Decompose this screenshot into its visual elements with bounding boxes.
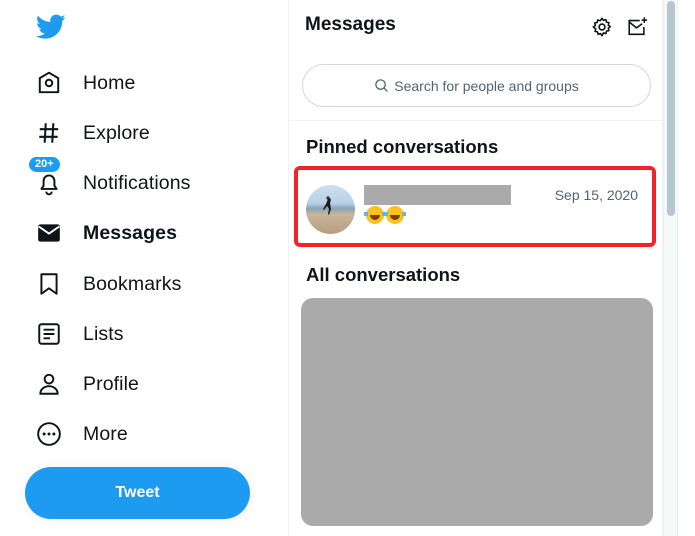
sidebar-item-label: Lists [83,322,124,345]
sidebar-item-more[interactable]: More [36,414,128,454]
sidebar-item-label: More [83,422,128,445]
sidebar-item-label: Home [83,71,136,94]
home-icon [36,70,62,96]
sidebar-item-explore[interactable]: Explore [36,113,150,153]
conversation-date: Sep 15, 2020 [554,187,638,203]
messages-panel: Messages Search for people and groups Pi… [288,0,663,536]
envelope-icon [36,220,62,246]
divider [289,120,662,121]
hashtag-icon [36,120,62,146]
sidebar-item-bookmarks[interactable]: Bookmarks [36,264,181,304]
right-background [678,0,695,536]
sidebar-item-label: Notifications [83,171,191,194]
sidebar-item-label: Messages [83,221,178,244]
sidebar-item-label: Explore [83,121,150,144]
sidebar-item-home[interactable]: Home [36,63,135,103]
bookmark-icon [36,271,62,297]
more-circle-icon [36,421,62,447]
twitter-bird-icon[interactable] [35,14,66,40]
sidebar-item-messages[interactable]: Messages [36,213,177,253]
list-icon [36,321,62,347]
pinned-conversations-heading: Pinned conversations [306,136,499,157]
tears-of-joy-emoji-icon [364,206,386,224]
search-placeholder: Search for people and groups [394,77,579,94]
sidebar-item-label: Profile [83,372,139,395]
conversation-name-redacted [364,185,511,205]
tears-of-joy-emoji-icon [384,206,406,224]
search-input[interactable]: Search for people and groups [302,64,651,107]
gear-icon[interactable] [591,16,613,38]
sidebar-item-profile[interactable]: Profile [36,364,139,404]
scrollbar-thumb[interactable] [667,1,675,216]
conversation-preview [364,206,406,229]
scrollbar[interactable] [663,0,678,536]
sidebar-item-notifications[interactable]: 20+ Notifications [28,156,191,203]
notification-badge: 20+ [28,156,61,173]
search-icon [375,79,389,92]
avatar [306,185,355,234]
page-title: Messages [305,14,396,35]
person-icon [36,371,62,397]
new-message-icon[interactable] [626,16,648,38]
sidebar-item-label: Bookmarks [83,272,182,295]
conversation-list-redacted [301,298,653,526]
sidebar: Home Explore 20+ Notifications Messages … [0,0,288,536]
all-conversations-heading: All conversations [306,264,461,285]
sidebar-item-lists[interactable]: Lists [36,314,124,354]
tweet-button[interactable]: Tweet [25,467,250,519]
bell-icon: 20+ [28,156,62,196]
pinned-conversation-item[interactable]: Sep 15, 2020 [294,166,656,247]
